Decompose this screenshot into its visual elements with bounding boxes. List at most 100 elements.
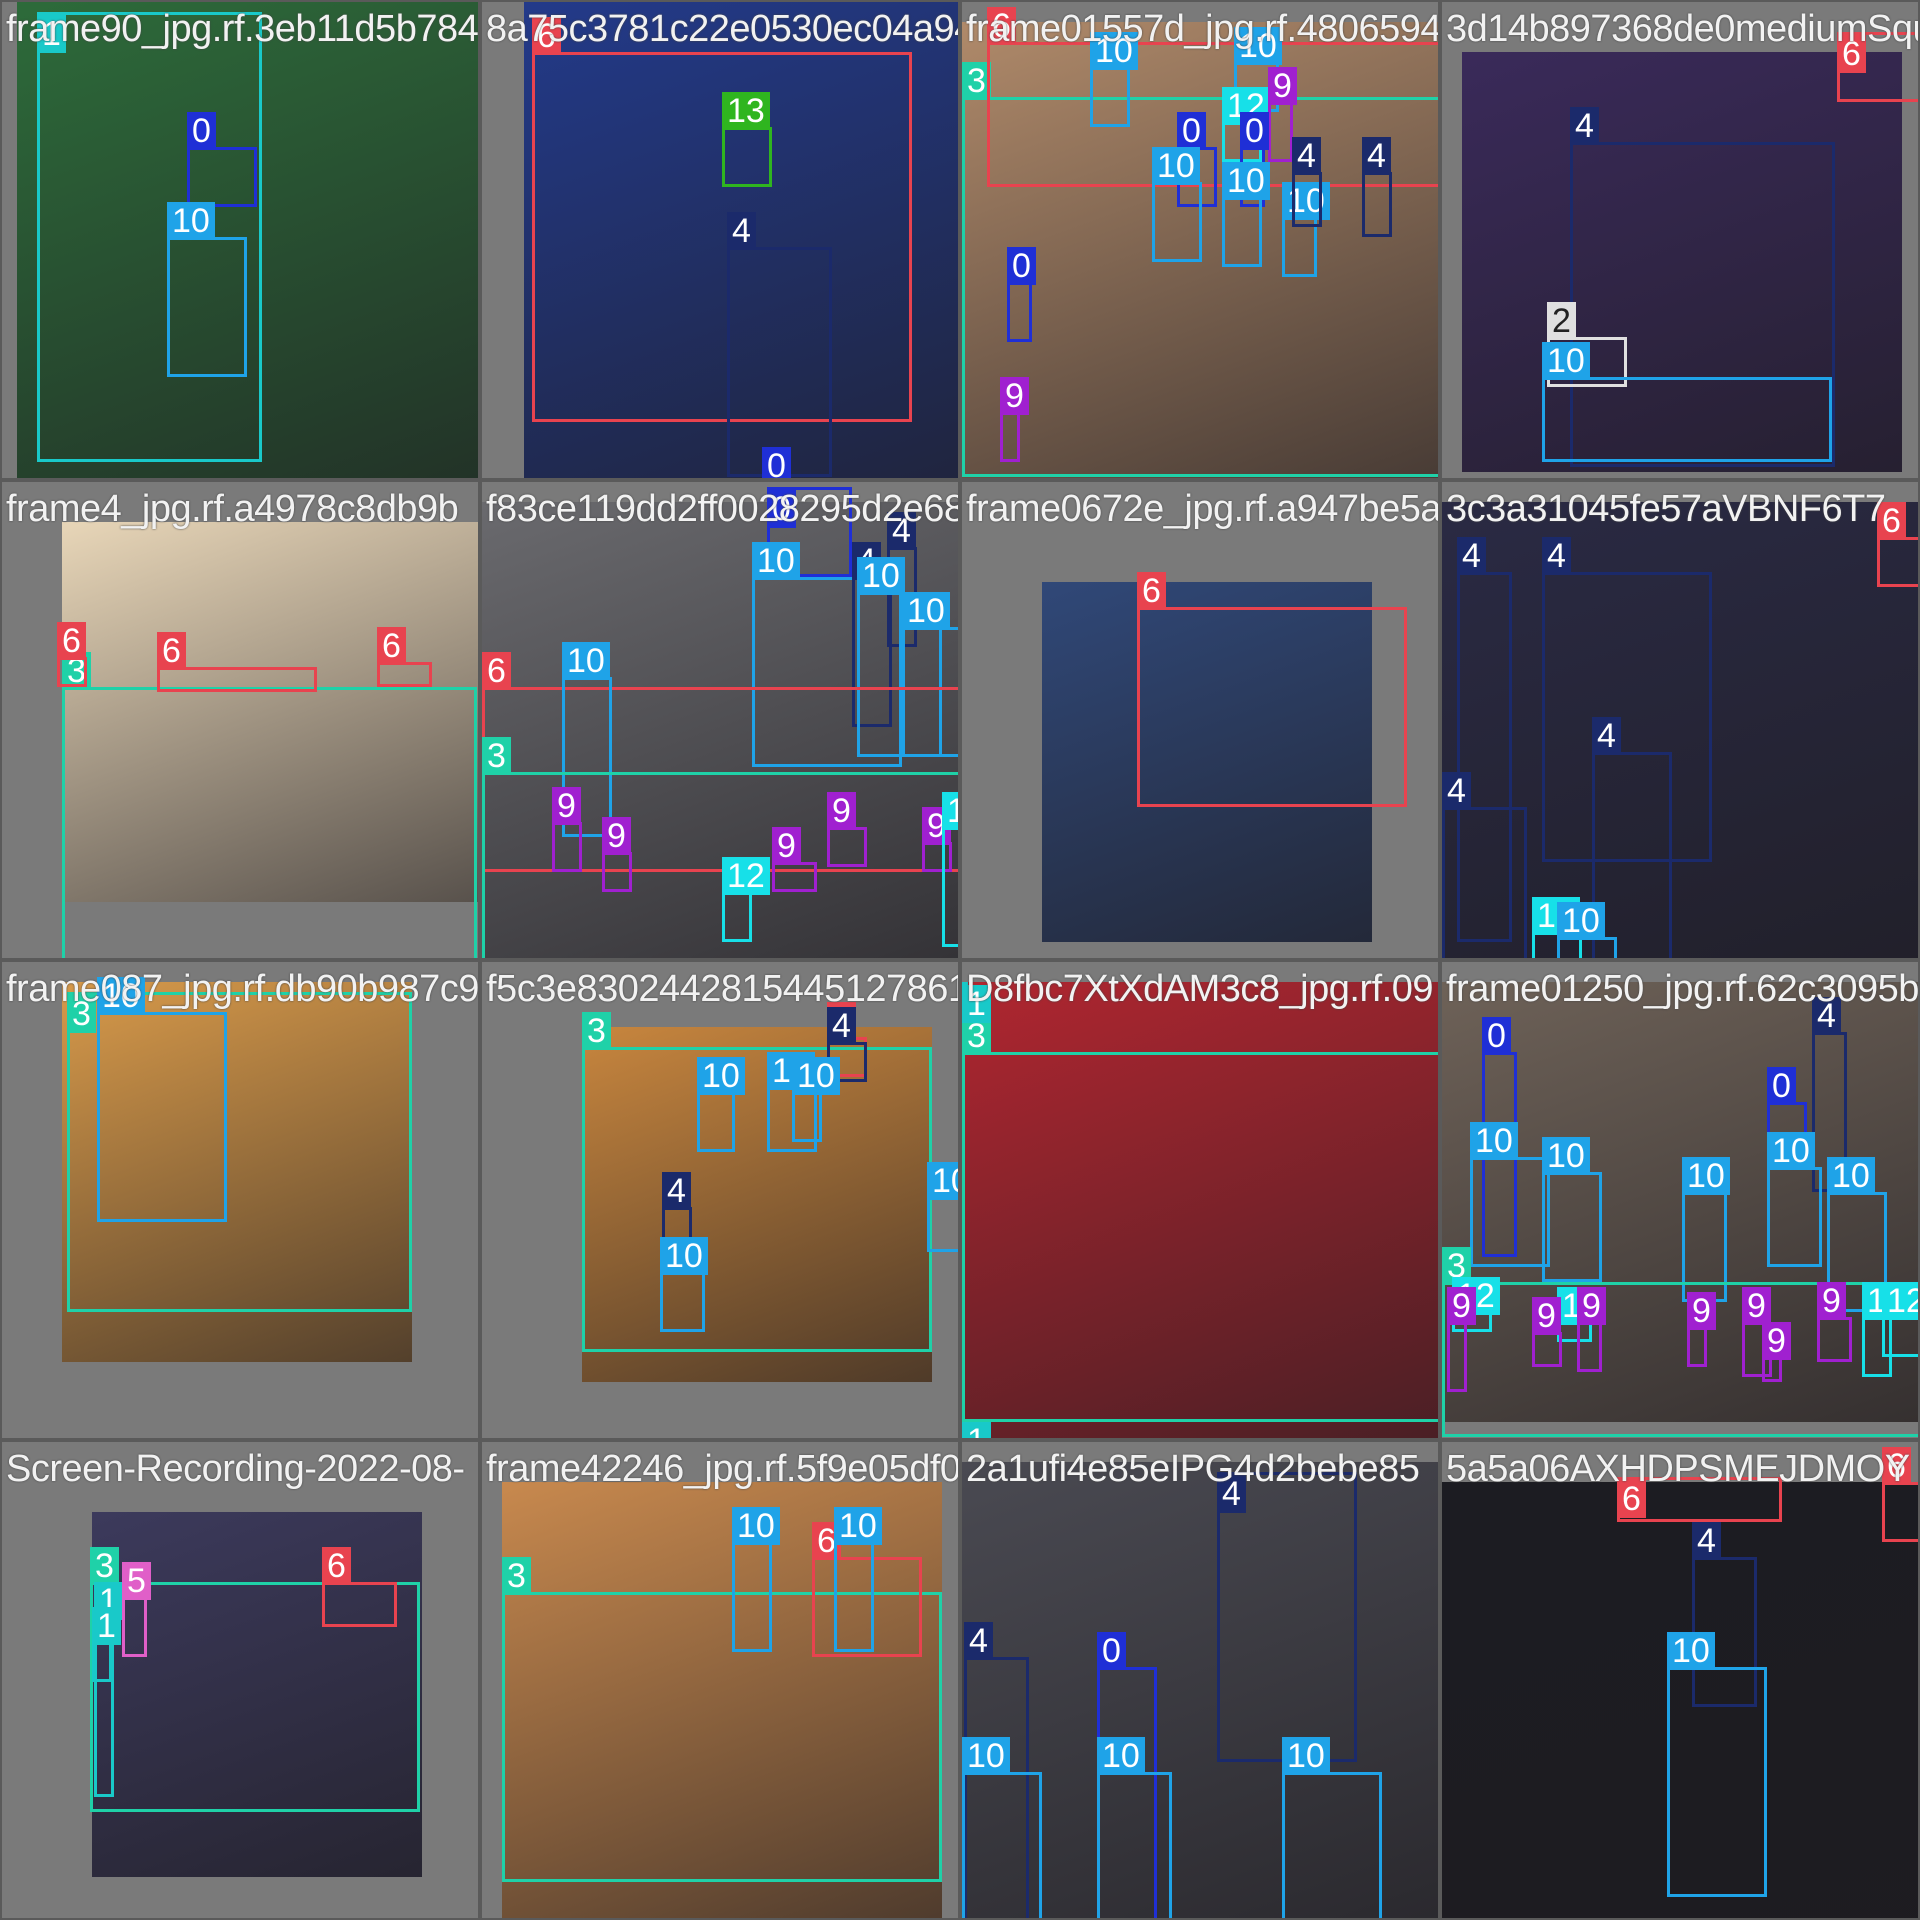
class-label: 6 bbox=[482, 652, 511, 690]
bounding-box: 12 bbox=[1882, 1282, 1918, 1357]
bounding-box: 9 bbox=[1687, 1292, 1716, 1367]
class-label: 10 bbox=[562, 642, 610, 680]
class-label: 10 bbox=[697, 1057, 745, 1095]
bounding-box: 6 bbox=[1877, 502, 1918, 587]
mosaic-tile: 1 0 10 frame90_jpg.rf.3eb11d5b784 bbox=[0, 0, 480, 480]
class-label: 4 bbox=[1570, 107, 1599, 145]
bounding-box: 3 bbox=[582, 1012, 932, 1352]
bounding-box: 9 bbox=[1577, 1287, 1606, 1372]
class-label: 10 bbox=[792, 1057, 840, 1095]
class-label: 10 bbox=[1542, 342, 1590, 380]
tile-filename: frame90_jpg.rf.3eb11d5b784 bbox=[6, 8, 479, 50]
bounding-box: 3 bbox=[962, 1017, 1438, 1422]
class-label: 9 bbox=[1817, 1282, 1846, 1320]
bounding-box: 10 bbox=[927, 1162, 958, 1252]
mosaic-tile: 3 6 10 10 frame42246_jpg.rf.5f9e05df0c bbox=[480, 1440, 960, 1920]
mosaic-tile: 613408a75c3781c22e0530ec04a94f9ae bbox=[480, 0, 960, 480]
class-label: 10 bbox=[962, 1737, 1010, 1775]
bounding-box: 4 bbox=[1217, 1472, 1357, 1762]
tile-filename: 8a75c3781c22e0530ec04a94f9ae bbox=[486, 8, 958, 50]
class-label: 0 bbox=[1177, 112, 1206, 150]
bounding-box: 9 bbox=[1532, 1297, 1562, 1367]
bounding-box: 10 bbox=[732, 1507, 780, 1652]
class-label: 1 bbox=[962, 1422, 991, 1438]
class-label: 4 bbox=[1692, 1522, 1721, 1560]
class-label: 3 bbox=[90, 1547, 119, 1585]
class-label: 10 bbox=[1222, 162, 1270, 200]
bounding-box: 10 bbox=[834, 1507, 882, 1652]
class-label: 4 bbox=[662, 1172, 691, 1210]
bounding-box: 10 bbox=[1557, 902, 1617, 958]
class-label: 10 bbox=[1827, 1157, 1875, 1195]
bounding-box: 0 bbox=[1007, 247, 1036, 342]
class-label: 10 bbox=[1282, 1737, 1330, 1775]
mosaic-tile: 4 2 10 6 3d14b897368de0mediumSqu bbox=[1440, 0, 1920, 480]
class-label: 10 bbox=[752, 542, 800, 580]
bounding-box: 9 bbox=[827, 792, 867, 867]
mosaic-tile: 44441210663c3a31045fe57aVBNF6T7 bbox=[1440, 480, 1920, 960]
tile-filename: 2a1ufi4e85eIPG4d2bebe85 bbox=[966, 1448, 1420, 1490]
mosaic-tile: 3 6 1 5 1 Screen-Recording-2022-08- bbox=[0, 1440, 480, 1920]
class-label: 0 bbox=[762, 447, 791, 478]
class-label: 9 bbox=[602, 817, 631, 855]
bounding-box: 10 bbox=[1222, 162, 1270, 267]
class-label: 12 bbox=[722, 857, 770, 895]
mosaic-tile: 36410101010410f5c3e8302442815445127861 bbox=[480, 960, 960, 1440]
class-label: 10 bbox=[1667, 1632, 1715, 1670]
class-label: 6 bbox=[57, 622, 86, 660]
bounding-box: 10 bbox=[1542, 342, 1832, 462]
class-label: 10 bbox=[1097, 1737, 1145, 1775]
bounding-box: 9 bbox=[1268, 67, 1297, 162]
class-label: 10 bbox=[1682, 1157, 1730, 1195]
mosaic-tile: 3 10 frame087_jpg.rf.db90b987c9 bbox=[0, 960, 480, 1440]
class-label: 10 bbox=[1767, 1132, 1815, 1170]
tile-filename: 3d14b897368de0mediumSqu bbox=[1446, 8, 1920, 50]
class-label: 9 bbox=[1000, 377, 1029, 415]
class-label: 6 bbox=[157, 632, 186, 670]
class-label: 9 bbox=[1577, 1287, 1606, 1325]
bounding-box: 6 bbox=[377, 627, 432, 687]
class-label: 12 bbox=[1882, 1282, 1918, 1320]
class-label: 9 bbox=[1687, 1292, 1716, 1330]
class-label: 10 bbox=[167, 202, 215, 240]
bounding-box: 10 bbox=[1090, 32, 1138, 127]
bounding-box: 10 bbox=[1542, 1137, 1602, 1282]
bounding-box: 6 bbox=[157, 632, 317, 692]
class-label: 4 bbox=[827, 1007, 856, 1045]
class-label: 0 bbox=[1007, 247, 1036, 285]
tile-filename: Screen-Recording-2022-08- bbox=[6, 1448, 465, 1490]
class-label: 3 bbox=[502, 1557, 531, 1595]
bounding-box: 3 bbox=[62, 652, 477, 958]
class-label: 9 bbox=[1762, 1322, 1791, 1360]
class-label: 10 bbox=[660, 1237, 708, 1275]
class-label: 4 bbox=[964, 1622, 993, 1660]
mosaic-tile: 0410410106103999129912f83ce119dd2ff00282… bbox=[480, 480, 960, 960]
bounding-box: 10 bbox=[1470, 1122, 1550, 1267]
class-label: 4 bbox=[727, 212, 756, 250]
bounding-box: 6 bbox=[322, 1547, 397, 1627]
class-label: 9 bbox=[827, 792, 856, 830]
class-label: 4 bbox=[1457, 537, 1486, 575]
bounding-box: 9 bbox=[1817, 1282, 1852, 1362]
mosaic-tile: 6 frame0672e_jpg.rf.a947be5ad bbox=[960, 480, 1440, 960]
bounding-box: 12 bbox=[942, 792, 958, 947]
mosaic-grid: 1 0 10 frame90_jpg.rf.3eb11d5b784 6 13 4 0 8a75c… bbox=[0, 0, 1920, 1920]
bounding-box: 10 bbox=[1667, 1632, 1767, 1897]
tile-filename: frame01250_jpg.rf.62c3095be bbox=[1446, 968, 1920, 1010]
tile-filename: D8fbc7XtXdAM3c8_jpg.rf.09 bbox=[966, 968, 1434, 1010]
class-label: 6 bbox=[377, 627, 406, 665]
class-label: 9 bbox=[552, 787, 581, 825]
class-label: 6 bbox=[322, 1547, 351, 1585]
bounding-box: 9 bbox=[1000, 377, 1029, 462]
bounding-box: 10 bbox=[1152, 147, 1202, 262]
class-label: 9 bbox=[1268, 67, 1297, 105]
class-label: 0 bbox=[1767, 1067, 1796, 1105]
class-label: 10 bbox=[834, 1507, 882, 1545]
class-label: 3 bbox=[482, 737, 511, 775]
bounding-box: 9 bbox=[1762, 1322, 1791, 1382]
bounding-box: 6 bbox=[1137, 572, 1407, 807]
class-label: 0 bbox=[1097, 1632, 1126, 1670]
class-label: 4 bbox=[1292, 137, 1321, 175]
tile-filename: f83ce119dd2ff0028295d2e688 bbox=[486, 488, 960, 530]
class-label: 4 bbox=[1362, 137, 1391, 175]
